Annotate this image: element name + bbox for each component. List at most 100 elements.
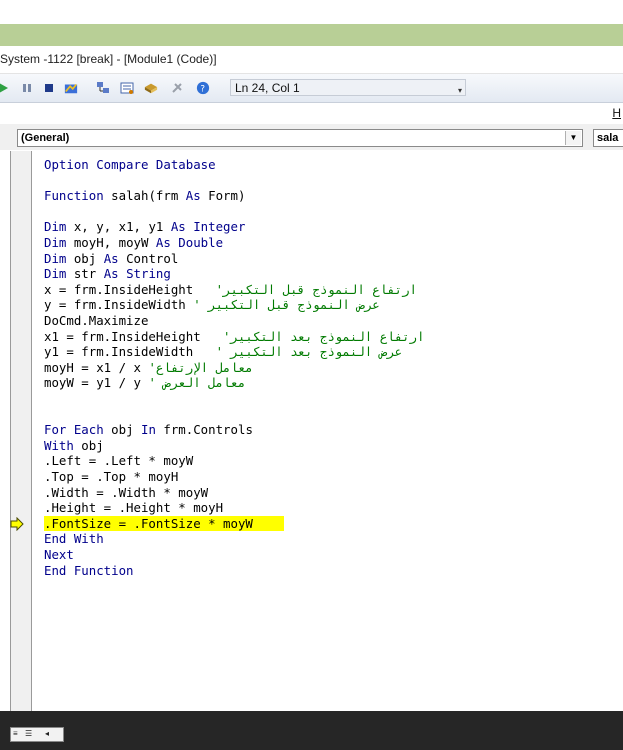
code-keyword: As String bbox=[103, 266, 171, 282]
code-keyword: As Integer bbox=[170, 219, 246, 235]
code-line[interactable]: x1 = frm.InsideHeight 'ارتفاع النموذج بع… bbox=[44, 329, 424, 345]
chevron-down-icon[interactable]: ▼ bbox=[565, 131, 581, 145]
code-line[interactable]: Dim str As String bbox=[44, 266, 171, 282]
window-title: System -1122 [break] - [Module1 (Code)] bbox=[0, 52, 217, 66]
code-text: frm.Controls bbox=[155, 422, 253, 438]
view-buttons: ≡ ☰ ◂ bbox=[10, 727, 64, 742]
procedure-view-icon[interactable]: ≡ bbox=[13, 729, 18, 739]
run-icon[interactable] bbox=[0, 81, 10, 95]
code-editor-frame: Option Compare Database Function salah(fr… bbox=[0, 151, 623, 711]
code-keyword: Option Compare Database bbox=[44, 157, 216, 172]
scroll-left-icon[interactable]: ◂ bbox=[45, 729, 49, 739]
code-line[interactable]: y = frm.InsideWidth ' عرض النموذج قبل ال… bbox=[44, 297, 380, 313]
menu-strip: H bbox=[0, 103, 623, 123]
code-comment: ' معامل العرض bbox=[148, 375, 246, 391]
code-text: y1 = frm.InsideWidth bbox=[44, 344, 209, 360]
code-text: .FontSize = .FontSize * moyW bbox=[44, 515, 253, 531]
properties-icon[interactable] bbox=[120, 81, 134, 95]
top-strip bbox=[0, 0, 623, 24]
code-comment: ' عرض النموذج قبل التكبير bbox=[193, 297, 380, 313]
help-menu[interactable]: H bbox=[612, 106, 621, 120]
code-text: .Left = .Left * moyW bbox=[44, 453, 194, 469]
project-explorer-icon[interactable] bbox=[96, 81, 110, 95]
code-window[interactable]: Option Compare Database Function salah(fr… bbox=[32, 151, 623, 711]
code-line[interactable]: Dim x, y, x1, y1 As Integer bbox=[44, 219, 245, 235]
toolbar-dropdown-handle[interactable]: ▾ bbox=[458, 86, 466, 95]
code-keyword: Dim bbox=[44, 219, 67, 235]
code-line[interactable]: moyH = x1 / x 'معامل الإرتفاع bbox=[44, 360, 253, 376]
code-keyword: Dim bbox=[44, 250, 67, 266]
title-band bbox=[0, 24, 623, 69]
code-keyword: With bbox=[44, 437, 74, 453]
code-line[interactable]: .Width = .Width * moyW bbox=[44, 485, 208, 501]
outer-gutter bbox=[0, 151, 11, 711]
toolbox-icon[interactable] bbox=[170, 81, 184, 95]
code-comment: 'ارتفاع النموذج قبل التكبير bbox=[208, 281, 418, 297]
code-text: x, y, x1, y1 bbox=[66, 219, 171, 235]
code-text: obj bbox=[66, 250, 104, 266]
svg-text:?: ? bbox=[200, 85, 205, 95]
code-line[interactable]: With obj bbox=[44, 438, 104, 454]
code-keyword: End With bbox=[44, 531, 104, 547]
code-line[interactable]: .Left = .Left * moyW bbox=[44, 453, 193, 469]
code-line[interactable]: End With bbox=[44, 531, 104, 547]
code-keyword: As Double bbox=[155, 235, 224, 250]
code-keyword: As bbox=[103, 250, 119, 266]
bottom-status-bar: ≡ ☰ ◂ bbox=[0, 711, 623, 750]
code-keyword: Dim bbox=[44, 235, 67, 250]
object-browser-icon[interactable] bbox=[144, 81, 158, 95]
break-icon[interactable] bbox=[20, 81, 34, 95]
code-line[interactable]: moyW = y1 / y ' معامل العرض bbox=[44, 375, 245, 391]
help-icon[interactable]: ? bbox=[196, 81, 210, 95]
code-keyword: Function bbox=[44, 188, 104, 204]
code-line[interactable]: y1 = frm.InsideWidth ' عرض النموذج بعد ا… bbox=[44, 344, 402, 360]
code-text: y = frm.InsideWidth bbox=[44, 297, 194, 313]
code-comment: 'ارتفاع النموذج بعد التكبير bbox=[215, 328, 425, 344]
procedure-selector-value: sala bbox=[597, 132, 619, 144]
code-line[interactable]: .FontSize = .FontSize * moyW bbox=[44, 516, 253, 532]
code-line[interactable]: .Top = .Top * moyH bbox=[44, 469, 178, 485]
code-text: obj bbox=[73, 437, 104, 453]
code-keyword: Dim bbox=[44, 266, 67, 282]
object-selector-value: (General) bbox=[21, 132, 70, 144]
code-text: Form) bbox=[200, 188, 246, 204]
execution-pointer-icon bbox=[10, 516, 24, 531]
code-text: .Height = .Height * moyH bbox=[44, 500, 224, 516]
full-module-view-icon[interactable]: ☰ bbox=[25, 729, 32, 739]
object-selector[interactable]: (General) ▼ bbox=[17, 129, 583, 147]
cursor-position-readout: Ln 24, Col 1 bbox=[230, 79, 466, 96]
code-keyword: For Each bbox=[44, 422, 104, 438]
code-text: salah(frm bbox=[103, 188, 186, 204]
code-keyword: Next bbox=[44, 547, 74, 562]
code-text: moyH, moyW bbox=[66, 235, 156, 250]
code-text: DoCmd.Maximize bbox=[44, 313, 149, 328]
code-line[interactable]: Dim obj As Control bbox=[44, 251, 178, 267]
code-keyword: In bbox=[141, 422, 156, 438]
debug-toolbar: ? Ln 24, Col 1 ▾ bbox=[0, 74, 623, 103]
code-text: moyW = y1 / y bbox=[44, 375, 149, 391]
code-line[interactable]: For Each obj In frm.Controls bbox=[44, 422, 253, 438]
code-keyword: End Function bbox=[44, 562, 134, 578]
code-text: x = frm.InsideHeight bbox=[44, 281, 209, 297]
code-line[interactable]: Option Compare Database bbox=[44, 157, 216, 173]
code-text: str bbox=[66, 266, 104, 282]
reset-icon[interactable] bbox=[42, 81, 56, 95]
code-keyword: As bbox=[185, 188, 201, 204]
code-comment: ' عرض النموذج بعد التكبير bbox=[208, 344, 403, 360]
code-line[interactable]: .Height = .Height * moyH bbox=[44, 500, 223, 516]
code-line[interactable]: DoCmd.Maximize bbox=[44, 313, 148, 329]
code-line[interactable]: End Function bbox=[44, 563, 134, 579]
code-text: obj bbox=[103, 422, 141, 438]
procedure-selector[interactable]: sala bbox=[593, 129, 623, 147]
code-line[interactable]: Function salah(frm As Form) bbox=[44, 188, 245, 204]
window-title-bar: System -1122 [break] - [Module1 (Code)] bbox=[0, 46, 623, 74]
code-text: moyH = x1 / x bbox=[44, 359, 149, 375]
margin-indicator-bar[interactable] bbox=[11, 151, 32, 711]
code-text: .Width = .Width * moyW bbox=[44, 484, 209, 500]
code-line[interactable]: Dim moyH, moyW As Double bbox=[44, 235, 223, 251]
code-line[interactable]: x = frm.InsideHeight 'ارتفاع النموذج قبل… bbox=[44, 282, 417, 298]
code-text: Control bbox=[118, 250, 179, 266]
code-line[interactable]: Next bbox=[44, 547, 74, 563]
code-text: x1 = frm.InsideHeight bbox=[44, 328, 216, 344]
design-mode-icon[interactable] bbox=[64, 81, 78, 95]
